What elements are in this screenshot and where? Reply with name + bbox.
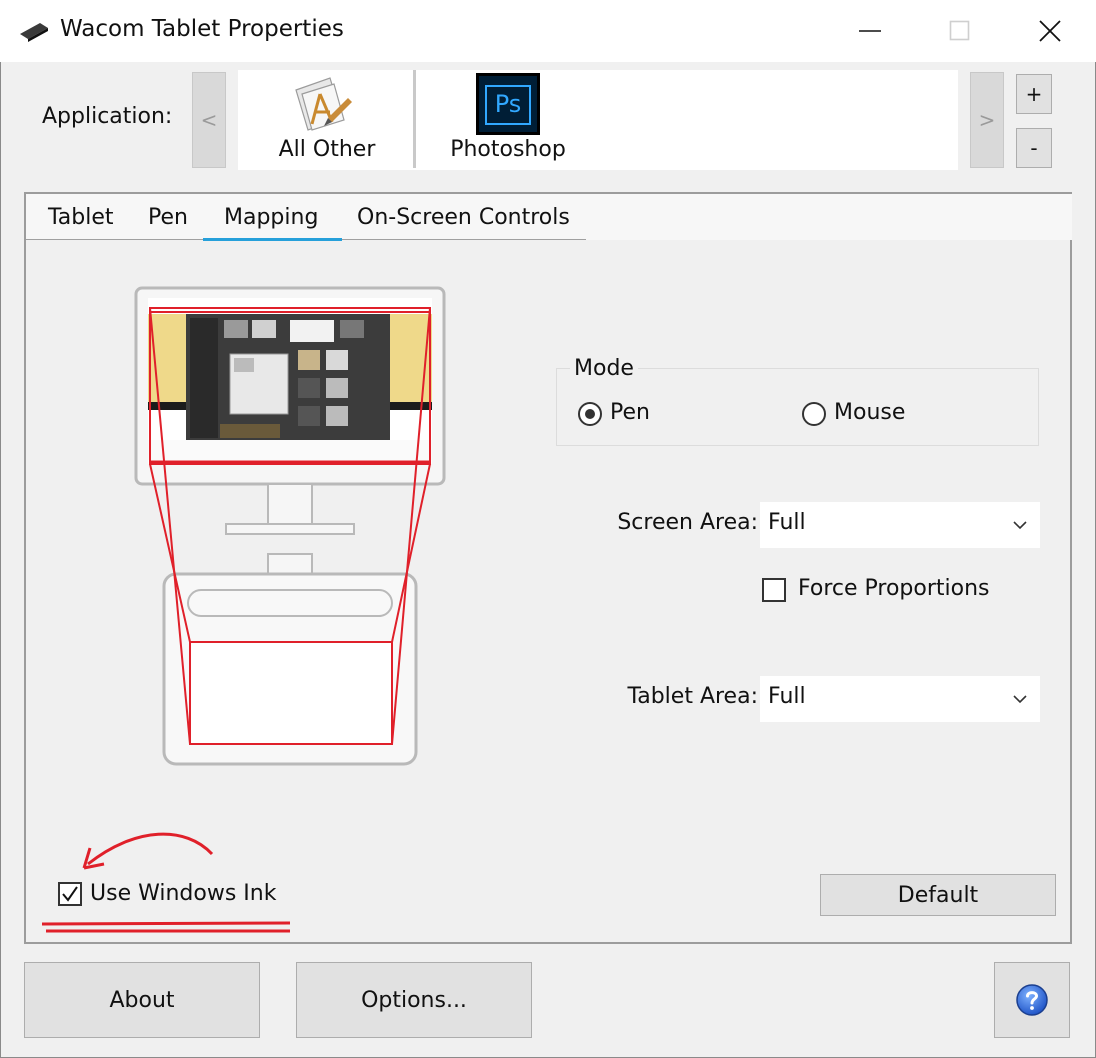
application-separator (413, 70, 416, 168)
mode-mouse-label[interactable]: Mouse (834, 400, 905, 425)
close-button[interactable] (1004, 0, 1096, 62)
application-item-label: Photoshop (450, 137, 566, 162)
wacom-tablet-icon (20, 23, 48, 42)
force-proportions-label[interactable]: Force Proportions (798, 576, 990, 601)
chevron-down-icon (1013, 695, 1027, 704)
tab-on-screen-controls[interactable]: On-Screen Controls (357, 200, 570, 240)
screen-area-value: Full (768, 510, 806, 535)
tablet-area-label: Tablet Area: (627, 684, 758, 709)
tablet-area-dropdown[interactable]: Full (760, 676, 1040, 722)
tab-selected-indicator (203, 238, 342, 241)
mode-pen-radio[interactable] (578, 402, 602, 426)
help-icon (1016, 984, 1048, 1016)
use-windows-ink-checkbox[interactable] (58, 882, 82, 906)
maximize-button[interactable] (914, 0, 1006, 62)
all-other-app-icon (295, 77, 352, 131)
remove-application-button[interactable]: - (1016, 128, 1052, 168)
close-icon (1039, 20, 1061, 42)
photoshop-icon: Ps (476, 73, 540, 135)
mapping-illustration (134, 286, 446, 766)
use-windows-ink-label[interactable]: Use Windows Ink (90, 881, 276, 906)
annotation-arrow (82, 832, 214, 870)
default-button[interactable]: Default (820, 874, 1056, 916)
about-button[interactable]: About (24, 962, 260, 1038)
title-bar: Wacom Tablet Properties (0, 0, 1096, 62)
radio-selected-dot (585, 409, 595, 419)
mode-pen-label[interactable]: Pen (610, 400, 650, 425)
add-application-button[interactable]: + (1016, 74, 1052, 114)
tab-tablet[interactable]: Tablet (48, 200, 114, 240)
application-item-photoshop[interactable]: Ps Photoshop (440, 70, 576, 170)
help-button[interactable] (994, 962, 1070, 1038)
application-item-label: All Other (278, 137, 376, 162)
options-button[interactable]: Options... (296, 962, 532, 1038)
tab-pen[interactable]: Pen (148, 200, 188, 240)
mode-legend: Mode (570, 356, 638, 381)
chevron-down-icon (1013, 521, 1027, 530)
photoshop-icon-text: Ps (485, 85, 531, 125)
application-prev-button[interactable]: < (192, 72, 226, 168)
application-label: Application: (42, 104, 173, 129)
minimize-button[interactable] (824, 0, 916, 62)
minimize-icon (859, 30, 881, 32)
screen-area-label: Screen Area: (617, 510, 758, 535)
tablet-area-value: Full (768, 684, 806, 709)
application-item-all-other[interactable]: All Other (262, 70, 392, 170)
mode-mouse-radio[interactable] (802, 402, 826, 426)
window-title: Wacom Tablet Properties (60, 16, 344, 42)
screen-area-dropdown[interactable]: Full (760, 502, 1040, 548)
force-proportions-checkbox[interactable] (762, 578, 786, 602)
checkmark-icon (62, 886, 78, 902)
maximize-icon (949, 20, 970, 41)
annotation-underline (41, 921, 291, 933)
tab-mapping[interactable]: Mapping (224, 200, 318, 240)
application-next-button[interactable]: > (970, 72, 1004, 168)
